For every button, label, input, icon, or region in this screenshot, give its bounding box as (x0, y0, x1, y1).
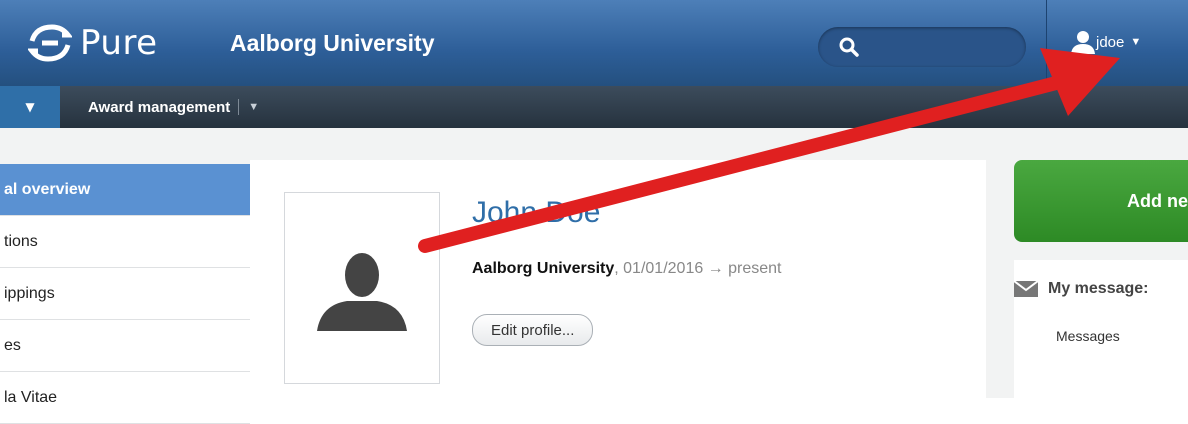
sidebar-item-publications[interactable]: tions (0, 216, 250, 268)
right-column: Add ne My message: Messages (1014, 160, 1188, 400)
person-name[interactable]: John Doe (472, 196, 600, 230)
affiliation-period: , 01/01/2016 → present (614, 260, 782, 277)
sidebar-item-activities[interactable]: es (0, 320, 250, 372)
user-menu[interactable]: jdoe ▼ (1070, 30, 1141, 54)
chevron-down-icon: ▼ (1130, 36, 1142, 48)
messages-panel: My message: Messages (1014, 260, 1188, 400)
top-header: Pure Aalborg University jdoe ▼ (0, 0, 1188, 86)
sidebar-item-label: al overview (4, 180, 91, 198)
pure-logo-icon (28, 24, 72, 62)
user-icon (1071, 31, 1095, 54)
username: jdoe (1096, 33, 1125, 51)
search-input[interactable] (818, 27, 1026, 67)
sidebar-item-curriculum-vitae[interactable]: la Vitae (0, 372, 250, 424)
nav-separator (238, 99, 240, 115)
sidebar-item-overview[interactable]: al overview (0, 164, 260, 216)
affiliation-org[interactable]: Aalborg University (472, 260, 614, 277)
sidebar: al overview tions ippings es la Vitae (0, 164, 260, 424)
nav-award-management[interactable]: Award management ▼ (88, 86, 259, 128)
add-new-button[interactable]: Add ne (1014, 160, 1188, 242)
organization-name[interactable]: Aalborg University (230, 30, 435, 57)
chevron-down-icon: ▼ (25, 100, 35, 114)
avatar (284, 192, 440, 384)
header-divider (1046, 0, 1047, 86)
main-nav: ▼ Award management ▼ (0, 86, 1188, 128)
nav-dropdown-button[interactable]: ▼ (0, 86, 60, 128)
mail-icon (1014, 281, 1038, 297)
sidebar-item-label: es (4, 336, 21, 354)
nav-label: Award management (88, 98, 231, 116)
messages-title-label: My message: (1048, 280, 1149, 297)
sidebar-item-label: ippings (4, 284, 55, 302)
content-area: al overview tions ippings es la Vitae Jo… (0, 128, 1188, 424)
app-name: Pure (80, 23, 158, 63)
avatar-silhouette-icon (317, 253, 407, 331)
messages-title: My message: (1014, 280, 1149, 298)
affiliation: Aalborg University, 01/01/2016 → present (472, 260, 782, 278)
profile-card: John Doe Aalborg University, 01/01/2016 … (250, 160, 986, 400)
search-icon (839, 37, 859, 57)
messages-link[interactable]: Messages (1056, 328, 1120, 344)
sidebar-item-clippings[interactable]: ippings (0, 268, 250, 320)
edit-profile-button[interactable]: Edit profile... (472, 314, 594, 346)
chevron-down-icon[interactable]: ▼ (248, 101, 259, 113)
sidebar-item-label: tions (4, 232, 38, 250)
pure-logo[interactable]: Pure (28, 20, 158, 66)
